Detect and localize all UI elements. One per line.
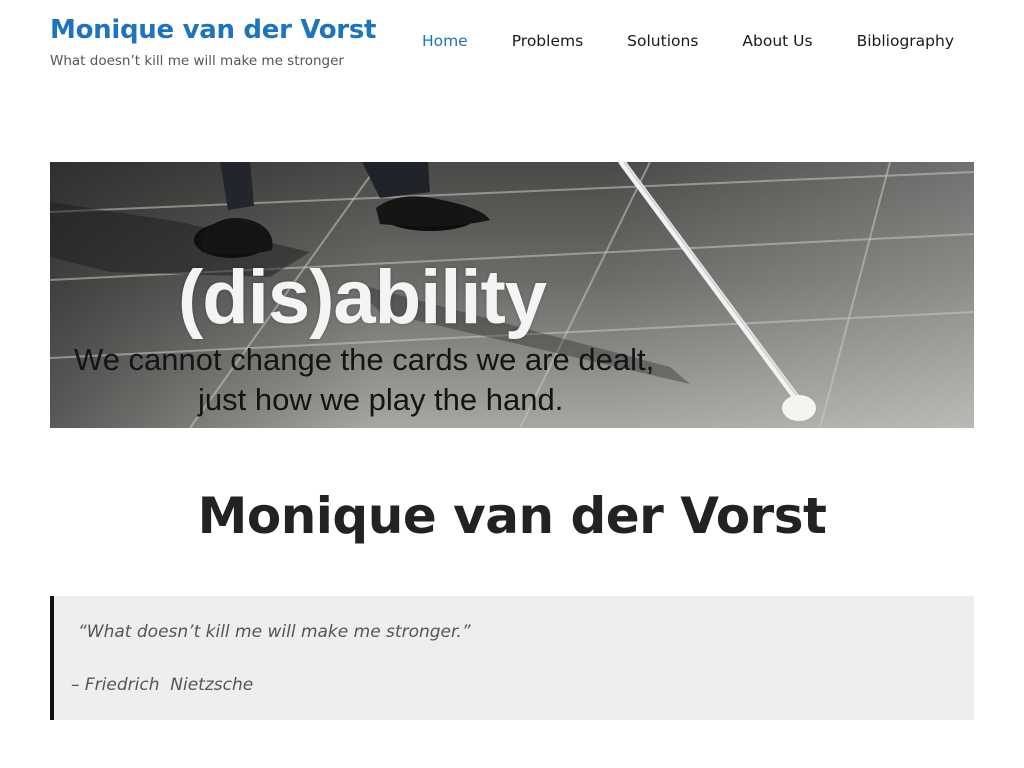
nav-item-home[interactable]: Home [422, 30, 468, 52]
site-title-link[interactable]: Monique van der Vorst [50, 14, 376, 46]
site-header: Monique van der Vorst What doesn’t kill … [50, 14, 974, 78]
quote-text: “What doesn’t kill me will make me stron… [78, 622, 471, 642]
hero-caption-line-1: We cannot change the cards we are dealt, [74, 342, 655, 377]
nav-item-about-us[interactable]: About Us [742, 30, 812, 52]
main-navigation: Home Problems Solutions About Us Bibliog… [422, 30, 954, 52]
nav-item-bibliography[interactable]: Bibliography [857, 30, 954, 52]
site-branding: Monique van der Vorst What doesn’t kill … [50, 14, 376, 70]
hero-banner: (dis)ability We cannot change the cards … [50, 162, 974, 428]
quote-citation: – Friedrich Nietzsche [71, 675, 254, 695]
hero-caption-line-2: just how we play the hand. [198, 382, 564, 417]
hero-title: (dis)ability [178, 255, 547, 340]
page: Monique van der Vorst What doesn’t kill … [0, 0, 1024, 768]
nav-item-solutions[interactable]: Solutions [627, 30, 698, 52]
nav-item-problems[interactable]: Problems [512, 30, 583, 52]
site-tagline: What doesn’t kill me will make me strong… [50, 53, 344, 69]
quote-block: “What doesn’t kill me will make me stron… [50, 596, 974, 720]
page-title: Monique van der Vorst [197, 487, 827, 545]
